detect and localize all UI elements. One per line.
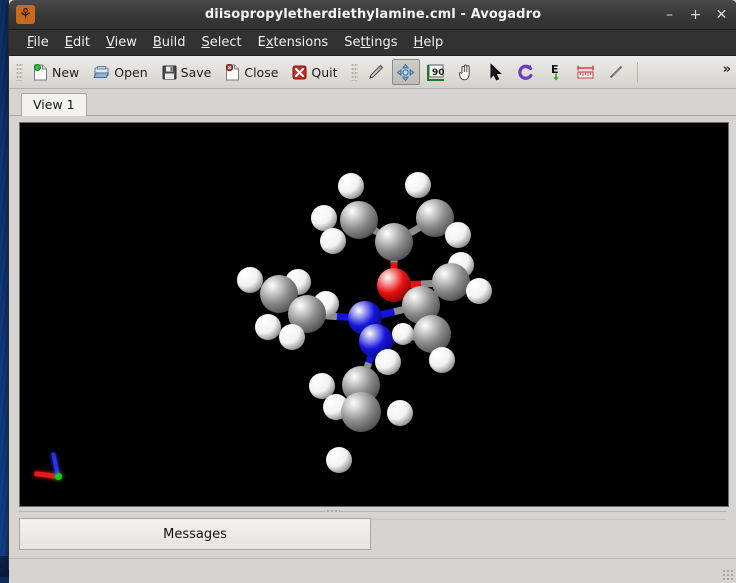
- dock-filler: [370, 519, 727, 520]
- energy-e-icon: E: [548, 63, 564, 82]
- ruler-icon: [576, 63, 595, 81]
- messages-dock: Messages: [9, 516, 736, 558]
- bond-slash-icon: [607, 63, 625, 81]
- splitter-rail: [19, 511, 727, 512]
- select-tool-button[interactable]: [482, 59, 510, 85]
- atom-hydrogen[interactable]: [279, 324, 305, 350]
- measure-tool-button[interactable]: [572, 59, 600, 85]
- save-button-label: Save: [181, 65, 212, 80]
- cursor-arrow-icon: [487, 63, 504, 81]
- atom-carbon[interactable]: [340, 201, 378, 239]
- menu-build[interactable]: Build: [145, 33, 194, 52]
- manipulate-tool-button[interactable]: [452, 59, 480, 85]
- menu-settings[interactable]: Settings: [336, 33, 405, 52]
- protractor-90-icon: 90: [426, 63, 445, 81]
- avogadro-main-window: ⚘ diisopropyletherdiethylamine.cml - Avo…: [8, 0, 736, 569]
- menu-extensions-rest: tensions: [274, 35, 329, 50]
- close-button[interactable]: ✕: [715, 8, 728, 22]
- tab-view-1[interactable]: View 1: [21, 93, 87, 116]
- atom-carbon[interactable]: [341, 392, 381, 432]
- atom-carbon[interactable]: [375, 223, 413, 261]
- open-folder-icon: [93, 65, 110, 80]
- menu-settings-rest: ings: [371, 35, 398, 50]
- statusbar: [9, 558, 736, 583]
- close-document-icon: [225, 64, 240, 81]
- menu-select[interactable]: Select: [193, 33, 249, 52]
- new-button-label: New: [52, 65, 79, 80]
- resize-grip[interactable]: [722, 569, 734, 581]
- toolbar-overflow-button[interactable]: »: [723, 62, 731, 77]
- window-controls[interactable]: – + ✕: [663, 8, 728, 22]
- atom-hydrogen[interactable]: [387, 400, 413, 426]
- menu-edit-rest: dit: [73, 35, 90, 50]
- rotate-arrow-icon: [517, 63, 535, 81]
- menu-help-rest: elp: [423, 35, 443, 50]
- new-button[interactable]: New: [27, 59, 85, 85]
- avogadro-app-icon: ⚘: [16, 5, 35, 24]
- maximize-button[interactable]: +: [689, 8, 702, 22]
- tools-drag-handle[interactable]: [351, 63, 358, 81]
- close-button-label: Close: [244, 65, 278, 80]
- four-arrows-icon: [396, 63, 415, 82]
- atom-hydrogen[interactable]: [375, 349, 401, 375]
- bond-centric-tool-button[interactable]: [602, 59, 630, 85]
- minimize-button[interactable]: –: [663, 8, 676, 22]
- atom-hydrogen[interactable]: [445, 222, 471, 248]
- atom-hydrogen[interactable]: [429, 347, 455, 373]
- open-button-label: Open: [114, 65, 147, 80]
- svg-text:E: E: [551, 63, 559, 76]
- atom-hydrogen[interactable]: [338, 173, 364, 199]
- atom-hydrogen[interactable]: [405, 172, 431, 198]
- auto-rotate-tool-button[interactable]: [512, 59, 540, 85]
- menu-file[interactable]: File: [19, 33, 57, 52]
- main-toolbar[interactable]: New Open Save: [9, 56, 736, 89]
- menu-build-rest: uild: [162, 35, 186, 50]
- new-document-icon: [33, 64, 48, 81]
- quit-button[interactable]: Quit: [286, 59, 343, 85]
- splitter-grip[interactable]: [326, 509, 340, 514]
- viewport-dock-splitter[interactable]: [9, 507, 736, 516]
- viewport-container: [9, 116, 736, 507]
- svg-text:90: 90: [432, 68, 445, 78]
- menu-view[interactable]: View: [98, 33, 145, 52]
- close-doc-button[interactable]: Close: [219, 59, 284, 85]
- measure-angle-tool-button[interactable]: 90: [422, 59, 450, 85]
- menu-edit[interactable]: Edit: [57, 33, 98, 52]
- hand-icon: [457, 63, 475, 82]
- menu-file-rest: ile: [34, 35, 49, 50]
- atom-hydrogen[interactable]: [326, 447, 352, 473]
- menu-select-rest: elect: [210, 35, 242, 50]
- atom-hydrogen[interactable]: [392, 323, 414, 345]
- navigate-tool-button[interactable]: [392, 59, 420, 85]
- atom-hydrogen[interactable]: [320, 228, 346, 254]
- open-button[interactable]: Open: [87, 59, 153, 85]
- save-button[interactable]: Save: [156, 59, 218, 85]
- window-titlebar[interactable]: ⚘ diisopropyletherdiethylamine.cml - Avo…: [9, 0, 736, 30]
- floppy-disk-icon: [162, 65, 177, 80]
- toolbar-separator: [637, 62, 638, 82]
- messages-panel-header[interactable]: Messages: [19, 518, 371, 550]
- menu-help[interactable]: Help: [406, 33, 452, 52]
- menubar[interactable]: File Edit View Build Select Extensions S…: [9, 30, 736, 56]
- atom-hydrogen[interactable]: [237, 267, 263, 293]
- pencil-icon: [366, 63, 385, 82]
- atom-hydrogen[interactable]: [466, 278, 492, 304]
- window-title: diisopropyletherdiethylamine.cml - Avoga…: [9, 7, 736, 22]
- avogadro-icon-glyph: ⚘: [16, 5, 35, 24]
- menu-extensions[interactable]: Extensions: [250, 33, 337, 52]
- molecule-3d-view[interactable]: [19, 122, 729, 507]
- y-axis-origin: [55, 473, 62, 480]
- menu-view-rest: iew: [115, 35, 137, 50]
- auto-optimize-tool-button[interactable]: E: [542, 59, 570, 85]
- messages-label: Messages: [163, 527, 227, 542]
- draw-tool-button[interactable]: [362, 59, 390, 85]
- toolbar-drag-handle[interactable]: [16, 63, 23, 81]
- view-tabbar[interactable]: View 1: [9, 89, 736, 116]
- axes-gizmo: [32, 442, 88, 496]
- atom-hydrogen[interactable]: [255, 314, 281, 340]
- quit-x-icon: [292, 65, 307, 80]
- quit-button-label: Quit: [311, 65, 337, 80]
